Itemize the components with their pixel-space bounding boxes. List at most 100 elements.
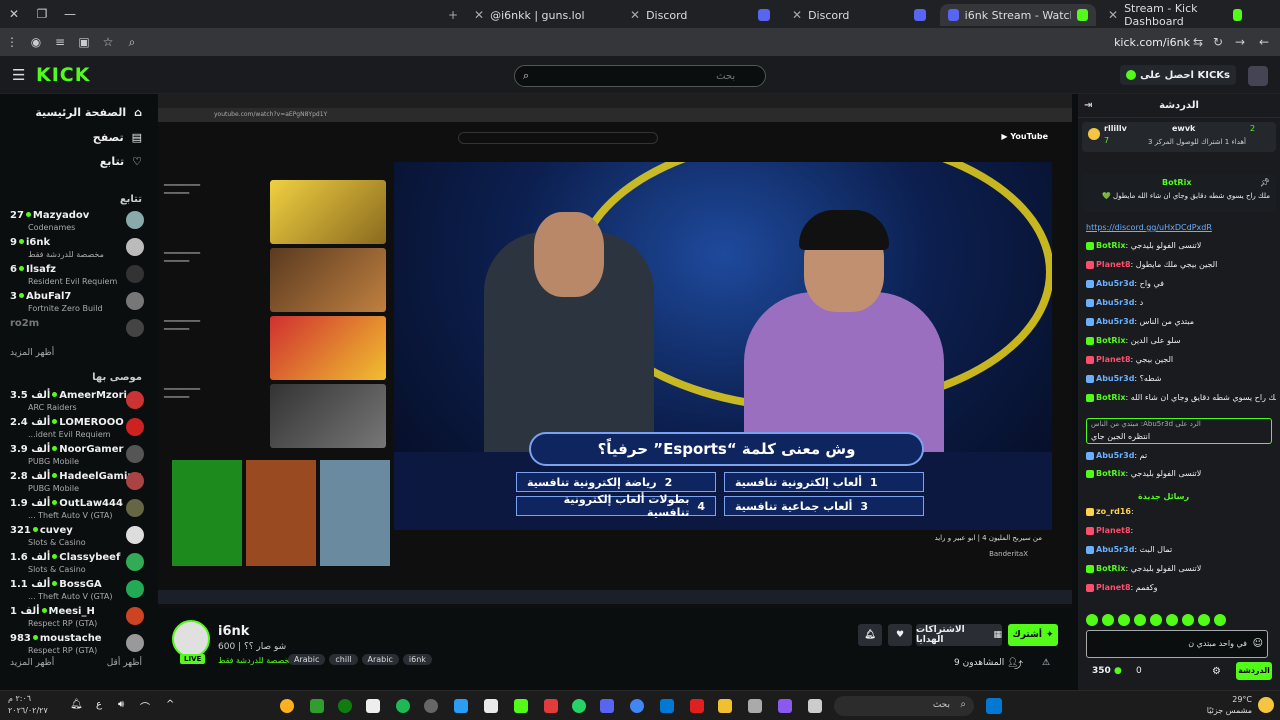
speaker-icon[interactable]: 🔊︎ bbox=[118, 699, 124, 710]
minecraft-icon[interactable] bbox=[310, 699, 324, 713]
notepad-icon[interactable] bbox=[366, 699, 380, 713]
chat-username[interactable]: zo_rd16 bbox=[1096, 507, 1131, 516]
chat-message[interactable]: BotRix: لاتنسى الفولو بليدجي bbox=[1086, 563, 1276, 574]
chat-message[interactable]: Abu5r3d: في واح bbox=[1086, 278, 1276, 289]
get-kicks-button[interactable]: احصل على KICKs bbox=[1120, 65, 1236, 85]
share-icon[interactable]: ⤴ bbox=[1014, 658, 1023, 671]
chat-message[interactable]: Planet8: وكفمم bbox=[1086, 582, 1276, 593]
weather-widget[interactable]: 29°C مشمس جزئيًا bbox=[1207, 694, 1252, 716]
send-chat-button[interactable]: الدردشة bbox=[1236, 662, 1272, 680]
close-tab-icon[interactable]: ✕ bbox=[792, 8, 802, 22]
emoji-icon[interactable]: ☺ bbox=[1253, 638, 1263, 649]
chat-username[interactable]: Abu5r3d bbox=[1096, 298, 1134, 307]
following-item[interactable]: 3 AbuFal7 Fortnite Zero Build bbox=[6, 289, 146, 317]
favorite-heart-button[interactable]: ♥ bbox=[888, 624, 912, 646]
windows-start-icon[interactable] bbox=[986, 698, 1002, 714]
tab-kick-stream[interactable]: i6nk Stream - Watch Live on Ki bbox=[940, 4, 1096, 26]
minimize-window-icon[interactable]: — bbox=[56, 7, 84, 21]
tab-kick-dashboard[interactable]: ✕ Stream - Kick Dashboard bbox=[1100, 2, 1250, 28]
forward-icon[interactable]: → bbox=[1228, 35, 1252, 49]
chat-username[interactable]: Abu5r3d bbox=[1096, 451, 1134, 460]
close-tab-icon[interactable]: ✕ bbox=[630, 8, 640, 22]
recommended-item[interactable]: 1 ألف Meesi_H Respect RP (GTA) bbox=[6, 604, 146, 632]
recommended-item[interactable]: 1.1 ألف BossGA ... Theft Auto V (GTA) bbox=[6, 577, 146, 605]
menu-dots-icon[interactable]: ⋮ bbox=[0, 35, 24, 49]
tag[interactable]: Arabic bbox=[288, 654, 326, 665]
streamer-avatar[interactable] bbox=[172, 620, 210, 658]
bookmark-star-icon[interactable]: ☆ bbox=[96, 35, 120, 49]
chat-username[interactable]: BotRix bbox=[1096, 393, 1125, 402]
chat-username[interactable]: Planet8 bbox=[1096, 260, 1131, 269]
tune-icon[interactable]: ≡ bbox=[48, 35, 72, 49]
anydesk-icon[interactable] bbox=[544, 699, 558, 713]
tab-discord-1[interactable]: ✕ Discord bbox=[622, 4, 778, 26]
sidebar-nav-home[interactable]: الصفحة الرئيسية ⌂ bbox=[35, 106, 142, 119]
kicks-balance[interactable]: 350 ● bbox=[1092, 666, 1122, 676]
new-tab-button[interactable]: + bbox=[440, 4, 466, 26]
app-icon-white[interactable] bbox=[484, 699, 498, 713]
chat-username[interactable]: Planet8 bbox=[1096, 355, 1131, 364]
hamburger-menu-icon[interactable]: ☰ bbox=[12, 66, 25, 84]
emote[interactable] bbox=[1150, 614, 1162, 626]
show-less-link[interactable]: أظهر أقل bbox=[107, 658, 142, 668]
game-icon[interactable] bbox=[514, 699, 528, 713]
recommended-item[interactable]: 1.6 ألف Classybeef Slots & Casino bbox=[6, 550, 146, 578]
chat-username[interactable]: BotRix bbox=[1096, 564, 1125, 573]
discord-link[interactable]: https://discord.gg/uHxDCdPxdR bbox=[1086, 222, 1276, 233]
tab-gunslol[interactable]: ✕ @i6nkk | guns.lol bbox=[466, 4, 616, 26]
chat-input[interactable]: في واحد مبتدي ن ☺ bbox=[1086, 630, 1268, 658]
close-tab-icon[interactable]: ✕ bbox=[474, 8, 484, 22]
emote[interactable] bbox=[1182, 614, 1194, 626]
following-item[interactable]: 9 i6nk مخصصة للدردشة فقط bbox=[6, 235, 146, 263]
file-explorer-icon[interactable] bbox=[718, 699, 732, 713]
emote[interactable] bbox=[1214, 614, 1226, 626]
emote[interactable] bbox=[1198, 614, 1210, 626]
chat-username[interactable]: BotRix bbox=[1096, 469, 1125, 478]
obs-icon[interactable] bbox=[424, 699, 438, 713]
chat-username[interactable]: BotRix bbox=[1096, 336, 1125, 345]
kick-logo[interactable]: KICK bbox=[36, 64, 90, 86]
close-window-icon[interactable]: ✕ bbox=[0, 7, 28, 21]
search-icon[interactable]: ⌕ bbox=[120, 35, 144, 50]
app-icon[interactable] bbox=[280, 699, 294, 713]
chat-message[interactable]: Planet8: الجين بيجي ملك مايطول bbox=[1086, 259, 1276, 270]
restore-window-icon[interactable]: ❐ bbox=[28, 7, 56, 21]
chat-message[interactable]: Abu5r3d: مبتدي من الناس bbox=[1086, 316, 1276, 327]
emote[interactable] bbox=[1134, 614, 1146, 626]
taskbar-clock[interactable]: ٢:٠٦ م ٢٠٢٦/٠٢/٢٧ bbox=[8, 693, 48, 717]
chat-message[interactable]: Planet8: bbox=[1086, 525, 1276, 536]
spotify-icon[interactable] bbox=[396, 699, 410, 713]
task-view-icon[interactable] bbox=[808, 699, 822, 713]
emote[interactable] bbox=[1166, 614, 1178, 626]
chat-message[interactable]: BotRix: لاتنسى الفولو بليدجي bbox=[1086, 468, 1276, 479]
emote[interactable] bbox=[1118, 614, 1130, 626]
store-icon[interactable] bbox=[660, 699, 674, 713]
user-avatar[interactable] bbox=[1248, 66, 1268, 86]
bell-icon[interactable]: 🔔︎ bbox=[70, 699, 83, 710]
chat-message[interactable]: BotRix: ملك راح يسوي شطه دقايق وجاي ان ش… bbox=[1086, 392, 1276, 403]
chat-settings-icon[interactable]: ⚙ bbox=[1212, 666, 1221, 677]
chat-username[interactable]: Abu5r3d bbox=[1096, 279, 1134, 288]
show-more-link-2[interactable]: أظهر المزيد bbox=[10, 658, 54, 668]
emote[interactable] bbox=[1086, 614, 1098, 626]
close-tab-icon[interactable]: ✕ bbox=[1108, 8, 1118, 22]
emote[interactable] bbox=[1102, 614, 1114, 626]
reload-icon[interactable]: ↻ bbox=[1206, 35, 1230, 49]
recommended-item[interactable]: 2.4 ألف LOMEROOO ...ident Evil Requiem bbox=[6, 415, 146, 443]
app-icon-grey[interactable] bbox=[748, 699, 762, 713]
address-bar[interactable]: kick.com/i6nk bbox=[1114, 36, 1190, 49]
report-icon[interactable]: ⚠ bbox=[1042, 658, 1050, 668]
chat-username[interactable]: Abu5r3d bbox=[1096, 317, 1134, 326]
gift-subs-button[interactable]: الاشتراكات الهدايا ▦ bbox=[916, 624, 1002, 646]
chat-message[interactable]: Planet8: الجين بيجي bbox=[1086, 354, 1276, 365]
recommended-item[interactable]: 1.9 ألف OutLaw444 ... Theft Auto V (GTA) bbox=[6, 496, 146, 524]
xbox-icon[interactable] bbox=[338, 699, 352, 713]
streamer-name[interactable]: i6nk bbox=[218, 624, 249, 639]
recommended-item[interactable]: 3.9 ألف NoorGamer PUBG Mobile bbox=[6, 442, 146, 470]
whatsapp-icon[interactable] bbox=[572, 699, 586, 713]
search-bar[interactable]: ⌕ bbox=[514, 65, 766, 87]
chat-username[interactable]: Abu5r3d bbox=[1096, 545, 1134, 554]
app-icon-red[interactable] bbox=[690, 699, 704, 713]
video-player[interactable]: youtube.com/watch?v=aEPgN8Ypd1Y ▶ YouTub… bbox=[158, 94, 1072, 608]
chat-message[interactable]: BotRix: لاتنسى الفولو بليدجي bbox=[1086, 240, 1276, 251]
